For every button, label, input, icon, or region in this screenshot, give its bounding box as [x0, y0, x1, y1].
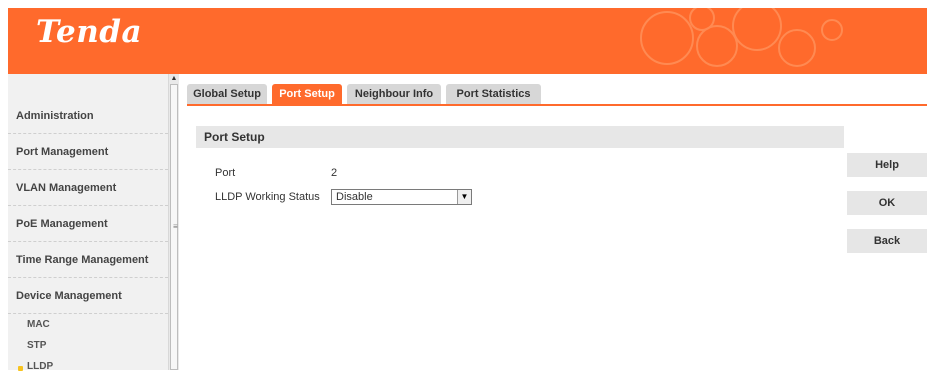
tab-port-setup[interactable]: Port Setup — [272, 84, 342, 104]
sidebar-item-port-management[interactable]: Port Management — [8, 134, 168, 170]
sidebar-item-poe-management[interactable]: PoE Management — [8, 206, 168, 242]
sidebar-subitem-stp[interactable]: STP — [27, 340, 46, 351]
chevron-down-icon[interactable]: ▼ — [457, 190, 471, 204]
sidebar-subitem-mac[interactable]: MAC — [27, 319, 50, 330]
port-value: 2 — [331, 167, 338, 179]
tenda-logo: Tenda — [36, 14, 143, 50]
sidebar-item-administration[interactable]: Administration — [8, 98, 168, 134]
tab-neighbour-info[interactable]: Neighbour Info — [347, 84, 441, 104]
tab-global-setup[interactable]: Global Setup — [187, 84, 267, 104]
help-button[interactable]: Help — [847, 153, 927, 177]
scrollbar-grip-icon: ≡ — [173, 222, 178, 231]
lldp-selected-value: Disable — [336, 191, 373, 203]
header-banner: Tenda — [8, 8, 927, 72]
sidebar: Administration Port Management VLAN Mana… — [8, 74, 168, 372]
tab-port-statistics[interactable]: Port Statistics — [446, 84, 541, 104]
decorative-circles-graphic — [640, 8, 843, 67]
scrollbar-thumb[interactable]: ≡ — [170, 84, 178, 370]
scroll-up-arrow-icon[interactable]: ▲ — [169, 74, 179, 84]
sidebar-item-device-management[interactable]: Device Management — [8, 278, 168, 314]
ok-button[interactable]: OK — [847, 191, 927, 215]
sidebar-item-vlan-management[interactable]: VLAN Management — [8, 170, 168, 206]
sidebar-scrollbar[interactable]: ▲ ≡ — [168, 74, 179, 370]
tab-underline — [187, 104, 927, 106]
selected-bullet-icon — [18, 366, 23, 371]
lldp-working-status-label: LLDP Working Status — [215, 191, 320, 203]
lldp-working-status-select[interactable]: Disable ▼ — [331, 189, 472, 205]
sidebar-item-time-range-management[interactable]: Time Range Management — [8, 242, 168, 278]
panel-title: Port Setup — [196, 126, 844, 148]
sidebar-subitem-lldp[interactable]: LLDP — [27, 361, 53, 372]
port-label: Port — [215, 167, 236, 179]
back-button[interactable]: Back — [847, 229, 927, 253]
